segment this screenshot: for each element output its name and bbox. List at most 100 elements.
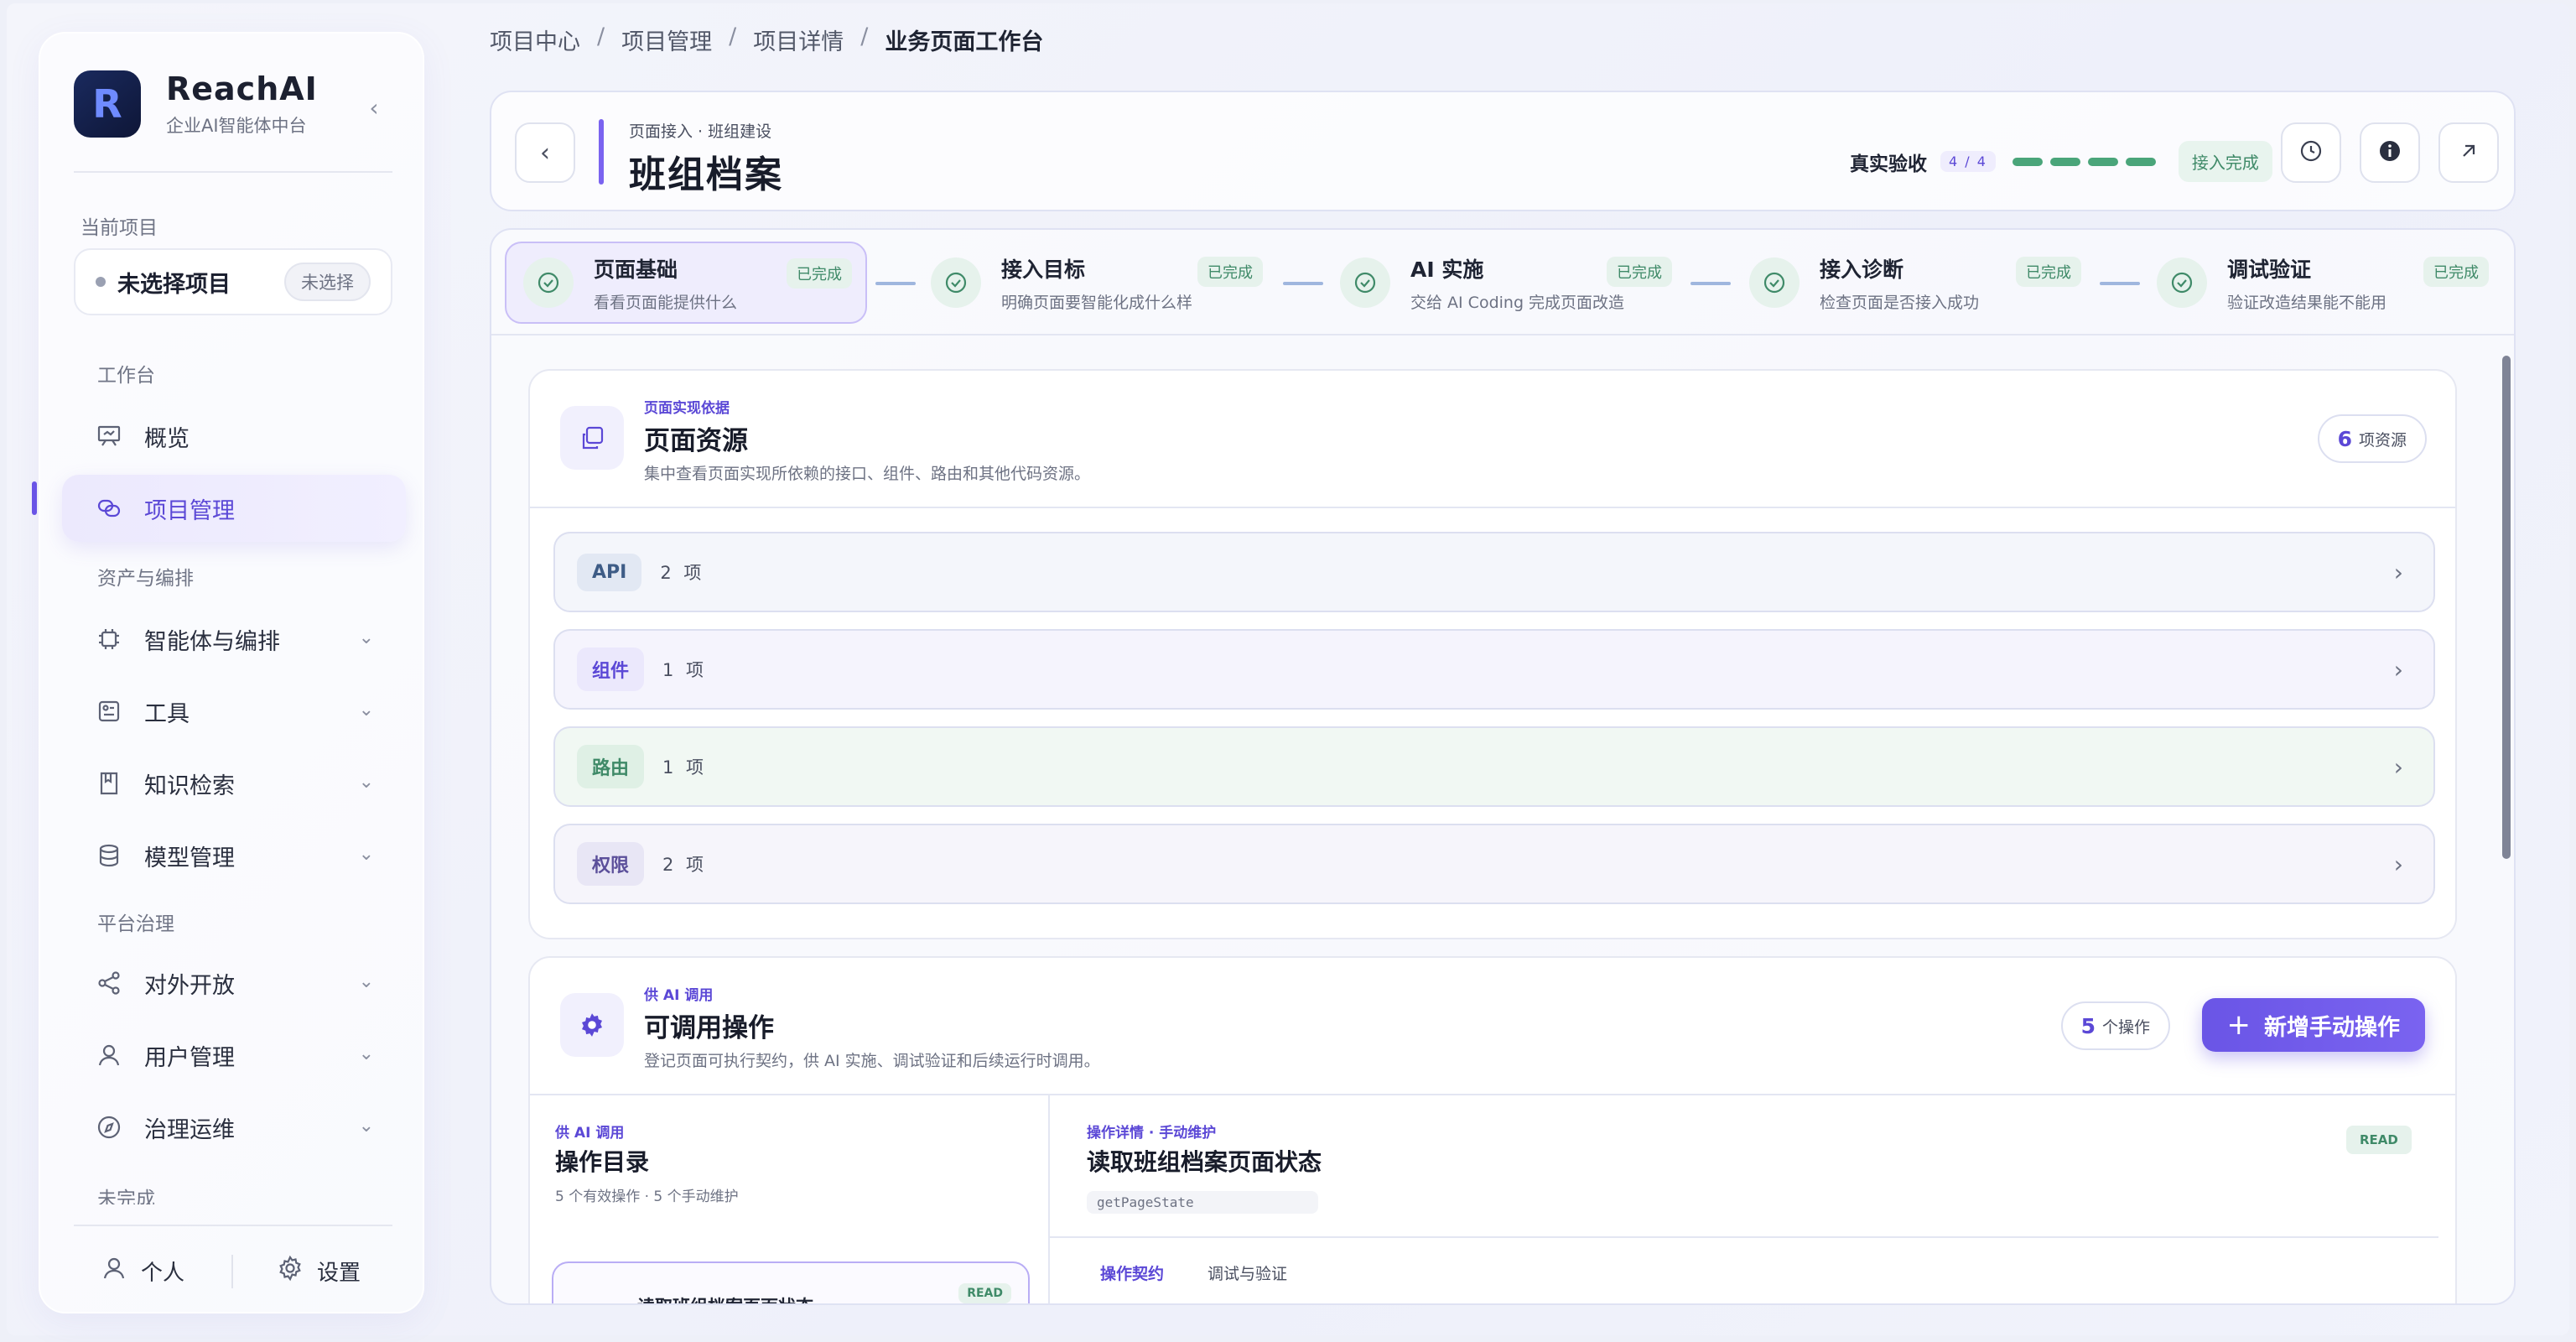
chevron-down-icon: ⌄ <box>358 700 374 720</box>
brand-name: ReachAI <box>166 70 318 107</box>
brand-subtitle: 企业AI智能体中台 <box>166 116 307 136</box>
nav-item-agents[interactable]: 智能体与编排 ⌄ <box>62 606 406 673</box>
page-subtitle: 页面接入 · 班组建设 <box>629 122 772 141</box>
breadcrumb-item[interactable]: 项目详情 <box>753 23 844 56</box>
settings-button[interactable]: 设置 <box>277 1241 361 1300</box>
step-title: 接入目标 <box>1001 257 1086 282</box>
resource-row-route[interactable]: 路由 1 项 › <box>553 726 2435 807</box>
workflow-panel: 页面基础 看看页面能提供什么 已完成 接入目标 明确页面要智能化成什么样 已完成 A… <box>490 228 2516 1305</box>
operation-count-unit: 个操作 <box>2101 1017 2150 1037</box>
chevron-down-icon: ⌄ <box>358 844 374 865</box>
group-label-governance: 平台治理 <box>97 913 174 935</box>
current-project-label: 当前项目 <box>80 217 158 239</box>
operation-list-item[interactable]: 读取班组档案页面状态 READ <box>552 1261 1030 1303</box>
resource-row-permission[interactable]: 权限 2 项 › <box>553 824 2435 904</box>
personal-button[interactable]: 个人 <box>101 1241 184 1300</box>
chevron-down-icon: ⌄ <box>358 1116 374 1137</box>
resource-row-api[interactable]: API 2 项 › <box>553 532 2435 612</box>
nav-item-models[interactable]: 模型管理 ⌄ <box>62 822 406 889</box>
open-external-button[interactable] <box>2438 122 2499 183</box>
chevron-right-icon: › <box>2393 656 2403 684</box>
nav-label: 对外开放 <box>144 972 235 999</box>
resource-count-badge: 6 项资源 <box>2317 414 2427 463</box>
check-circle-icon <box>1749 257 1800 308</box>
status-badge: 已完成 <box>2423 257 2489 287</box>
page-header: ‹ 页面接入 · 班组建设 班组档案 真实验收 4 / 4 接入完成 <box>490 91 2516 211</box>
tab-operation-contract[interactable]: 操作契约 <box>1100 1261 1164 1284</box>
nav-item-knowledge[interactable]: 知识检索 ⌄ <box>62 750 406 817</box>
chevron-left-icon: ‹ <box>369 93 379 122</box>
copy-icon <box>560 406 624 470</box>
status-badge: 已完成 <box>1197 257 1263 287</box>
back-button[interactable]: ‹ <box>515 122 575 183</box>
step-desc: 验证改造结果能不能用 <box>2227 293 2387 312</box>
step-connector <box>1283 282 1323 285</box>
catalog-description: 5 个有效操作 · 5 个手动维护 <box>555 1189 739 1205</box>
reachai-logo: R <box>74 70 141 138</box>
step-title: 页面基础 <box>594 257 678 282</box>
nav-item-tools[interactable]: 工具 ⌄ <box>62 678 406 745</box>
chevron-right-icon: › <box>2393 753 2403 781</box>
step-title: 接入诊断 <box>1820 257 1904 282</box>
progress-segment <box>2049 157 2080 166</box>
gear-icon <box>277 1255 304 1287</box>
nav-item-ops[interactable]: 治理运维 ⌄ <box>62 1094 406 1161</box>
step-verification[interactable]: 调试验证验证改造结果能不能用 已完成 <box>2140 242 2502 324</box>
step-ai-implementation[interactable]: AI 实施 交给 AI Coding 完成页面改造 已完成 <box>1323 242 1685 324</box>
step-integration-goal[interactable]: 接入目标 明确页面要智能化成什么样 已完成 <box>914 242 1276 324</box>
scrollbar-thumb[interactable] <box>2502 356 2511 859</box>
nav-label: 智能体与编排 <box>144 628 280 655</box>
collapse-sidebar-button[interactable]: ‹ <box>352 86 396 129</box>
share-icon <box>94 968 124 998</box>
step-title: 调试验证 <box>2227 257 2312 282</box>
active-indicator <box>32 481 37 515</box>
add-manual-operation-button[interactable]: + 新增手动操作 <box>2201 998 2425 1052</box>
operation-code: getPageState <box>1087 1191 1318 1214</box>
content-scroll-area[interactable]: 页面实现依据 页面资源 集中查看页面实现所依赖的接口、组件、路由和其他代码资源。… <box>491 337 2504 1303</box>
resource-row-component[interactable]: 组件 1 项 › <box>553 629 2435 710</box>
breadcrumb-separator: / <box>860 23 869 49</box>
step-connector <box>2100 282 2140 285</box>
card-kicker: 供 AI 调用 <box>644 987 714 1004</box>
resource-tag: 路由 <box>577 745 645 788</box>
verify-count: 4 / 4 <box>1940 151 1996 172</box>
step-desc: 检查页面是否接入成功 <box>1820 293 1980 312</box>
group-label-unfinished: 未完成 <box>97 1189 155 1204</box>
resource-count: 2 项 <box>660 563 705 583</box>
clock-icon <box>2298 138 2324 167</box>
chevron-right-icon: › <box>2393 850 2403 878</box>
nav-item-overview[interactable]: 概览 <box>62 403 406 470</box>
breadcrumb-item[interactable]: 项目管理 <box>621 23 712 56</box>
read-badge: READ <box>958 1283 1011 1303</box>
resource-count: 2 项 <box>662 855 708 875</box>
nav-item-open-api[interactable]: 对外开放 ⌄ <box>62 949 406 1017</box>
step-connector <box>875 282 916 285</box>
resource-tag: 组件 <box>577 648 645 691</box>
page-title: 班组档案 <box>629 153 783 196</box>
plus-icon: + <box>2226 1008 2251 1042</box>
nav-label: 项目管理 <box>144 497 235 524</box>
card-title: 可调用操作 <box>644 1013 774 1043</box>
progress-segment <box>2012 157 2043 166</box>
breadcrumb-item[interactable]: 项目中心 <box>490 23 580 56</box>
check-circle-icon <box>523 257 574 308</box>
book-icon <box>94 768 124 798</box>
divider <box>530 507 2455 508</box>
divider <box>74 171 392 173</box>
project-selector[interactable]: 未选择项目 未选择 <box>74 248 392 315</box>
history-button[interactable] <box>2281 122 2341 183</box>
user-icon <box>101 1255 127 1287</box>
nav-label: 用户管理 <box>144 1044 235 1071</box>
nav-label: 工具 <box>144 700 190 727</box>
step-bar: 页面基础 看看页面能提供什么 已完成 接入目标 明确页面要智能化成什么样 已完成 A… <box>491 230 2514 336</box>
step-diagnosis[interactable]: 接入诊断 检查页面是否接入成功 已完成 <box>1732 242 2095 324</box>
step-page-basics[interactable]: 页面基础 看看页面能提供什么 已完成 <box>505 242 867 324</box>
nav-item-project-management[interactable]: 项目管理 <box>62 475 406 542</box>
nav-item-users[interactable]: 用户管理 ⌄ <box>62 1022 406 1089</box>
link-icon <box>94 493 124 523</box>
group-label-workbench: 工作台 <box>97 365 155 387</box>
status-dot <box>96 277 106 287</box>
tab-debug-verify[interactable]: 调试与验证 <box>1208 1261 1287 1284</box>
info-button[interactable] <box>2360 122 2420 183</box>
resource-count: 6 <box>2337 426 2352 451</box>
